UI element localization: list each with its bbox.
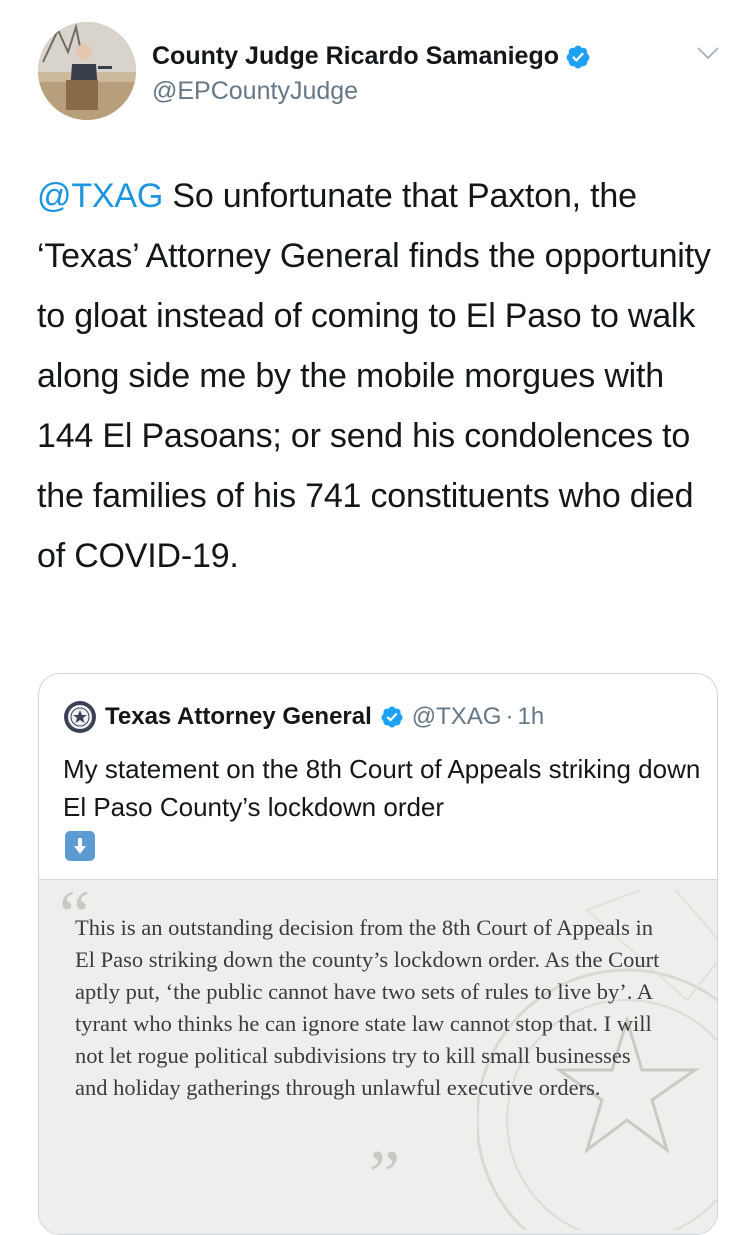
author-avatar[interactable] — [38, 22, 136, 120]
separator-dot: · — [505, 703, 514, 730]
tweet-header: County Judge Ricardo Samaniego @EPCounty… — [38, 22, 728, 122]
tweet-body: So unfortunate that Paxton, the ‘Texas’ … — [37, 177, 711, 575]
author-handle[interactable]: @EPCountyJudge — [152, 77, 591, 106]
down-arrow-emoji-icon — [65, 831, 95, 861]
quoted-timestamp[interactable]: 1h — [517, 703, 544, 731]
quoted-author-handle[interactable]: @TXAG — [412, 703, 502, 731]
verified-badge-icon — [566, 45, 590, 68]
quoted-tweet-text: My statement on the 8th Court of Appeals… — [63, 754, 701, 822]
chevron-down-icon[interactable] — [696, 46, 720, 60]
quoted-tweet-header: Texas Attorney General @TXAG · 1h — [63, 700, 544, 734]
quoted-author-name[interactable]: Texas Attorney General — [105, 703, 372, 731]
author-name[interactable]: County Judge Ricardo Samaniego — [152, 42, 559, 71]
mention-link[interactable]: @TXAG — [37, 177, 163, 215]
statement-text: This is an outstanding decision from the… — [75, 915, 660, 1100]
seal-avatar — [64, 701, 96, 733]
close-quote-mark: ” — [369, 1137, 401, 1214]
statement-image[interactable]: “ This is an outstanding decision from t… — [39, 877, 717, 1234]
tweet-text: @TXAG So unfortunate that Paxton, the ‘T… — [37, 166, 727, 586]
verified-badge-icon — [381, 706, 403, 728]
quoted-tweet[interactable]: Texas Attorney General @TXAG · 1h My sta… — [38, 673, 718, 1235]
